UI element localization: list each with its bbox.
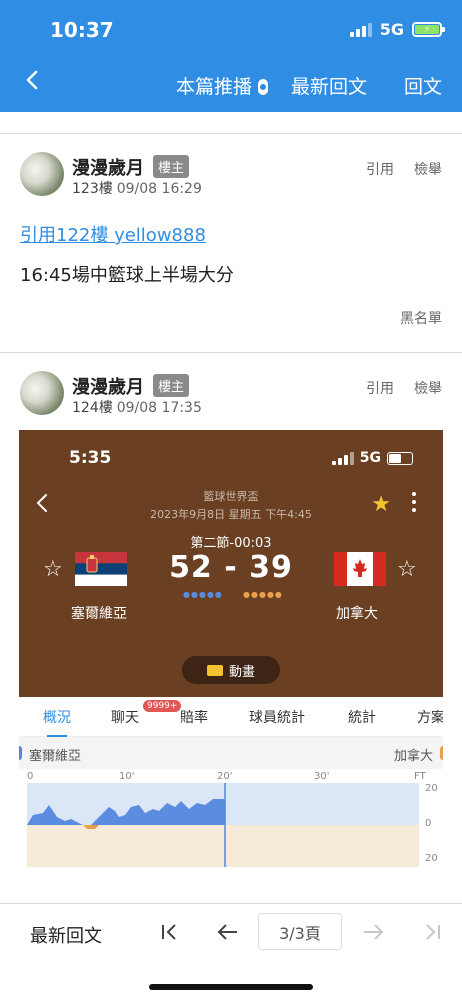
tab-player-stats: 球員統計	[249, 710, 305, 726]
home-indicator	[149, 984, 313, 990]
author-name[interactable]: 漫漫歲月	[72, 373, 144, 399]
floor-info: 124樓 09/08 17:35	[72, 397, 202, 417]
home-team-name: 塞爾維亞	[71, 606, 127, 622]
next-page-icon[interactable]	[361, 922, 385, 942]
canada-flag-icon	[334, 552, 386, 586]
momentum-plot	[27, 783, 419, 867]
post-123: 漫漫歲月 樓主 123樓 09/08 16:29 引用 檢舉 引用122樓 yel…	[0, 134, 462, 352]
status-indicators: 5G ⚡	[349, 20, 445, 39]
top-app-bar: 10:37 5G ⚡ 本篇推播 最新回文 回文	[0, 0, 462, 112]
home-color-marker	[19, 746, 22, 760]
battery-charging-icon: ⚡	[412, 22, 445, 37]
back-button[interactable]	[22, 68, 46, 96]
floor-number: 124樓	[72, 400, 113, 416]
momentum-legend: 塞爾維亞 加拿大	[19, 737, 443, 769]
embedded-network-label: 5G	[359, 450, 381, 466]
post-timestamp: 09/08 16:29	[116, 181, 202, 197]
score-separator: -	[224, 550, 238, 585]
bottom-pagination-bar: 最新回文 3/3頁	[0, 904, 462, 1000]
legend-home-team: 塞爾維亞	[29, 749, 82, 764]
away-timeouts-dots: ●●●●●	[243, 590, 283, 599]
away-score: 39	[249, 550, 293, 585]
tab-odds: 賠率	[180, 710, 208, 726]
serbia-flag-icon	[75, 552, 127, 586]
signal-icon	[349, 22, 372, 37]
post-timestamp: 09/08 17:35	[116, 400, 202, 416]
previous-page-icon[interactable]	[216, 922, 240, 942]
report-button[interactable]: 檢舉	[414, 378, 442, 398]
author-name[interactable]: 漫漫歲月	[72, 154, 144, 180]
avatar[interactable]	[20, 152, 64, 196]
avatar[interactable]	[20, 371, 64, 415]
momentum-chart: 0 10' 20' 30' FT 20 0 20	[19, 769, 443, 889]
last-page-icon[interactable]	[422, 922, 442, 942]
chat-count-badge: 9999+	[143, 700, 182, 712]
signal-icon	[331, 451, 354, 465]
tab-chat: 聊天	[111, 710, 139, 726]
first-page-icon[interactable]	[160, 922, 180, 942]
embedded-status-time: 5:35	[69, 448, 112, 468]
animation-button: 動畫	[182, 656, 280, 684]
tab-stats: 統計	[348, 710, 376, 726]
match-header: 5:35 5G 籃球世界盃 2023年9月8日 星期五 下午4:45 ★ 第二節…	[19, 430, 443, 697]
video-icon	[206, 664, 223, 676]
more-vertical-icon	[411, 492, 417, 514]
away-color-marker	[440, 746, 443, 760]
post-content: 16:45場中籃球上半場大分	[20, 265, 234, 286]
status-time: 10:37	[50, 18, 114, 42]
toggle-icon	[258, 79, 269, 95]
latest-reply-button[interactable]: 最新回文	[30, 922, 102, 948]
reply-button[interactable]: 回文	[404, 72, 442, 99]
away-zone	[27, 825, 419, 867]
match-tabs: 概況 聊天 賠率 球員統計 統計 方案	[19, 697, 443, 737]
embedded-screenshot[interactable]: 5:35 5G 籃球世界盃 2023年9月8日 星期五 下午4:45 ★ 第二節…	[19, 430, 443, 902]
network-label: 5G	[379, 20, 404, 39]
broadcast-label: 本篇推播	[176, 76, 253, 98]
star-outline-icon: ☆	[397, 557, 417, 582]
embedded-status-indicators: 5G	[331, 450, 413, 466]
op-badge: 樓主	[153, 155, 190, 178]
match-period: 第二節-00:03	[190, 536, 272, 551]
chevron-left-icon	[26, 70, 38, 90]
quote-reference-link[interactable]: 引用122樓 yellow888	[20, 221, 206, 247]
report-button[interactable]: 檢舉	[414, 159, 442, 179]
op-badge: 樓主	[153, 374, 190, 397]
floor-number: 123樓	[72, 181, 113, 197]
blacklist-button[interactable]: 黑名單	[400, 308, 442, 328]
star-filled-icon: ★	[371, 492, 391, 517]
away-team-name: 加拿大	[336, 606, 378, 622]
latest-reply-link[interactable]: 最新回文	[291, 72, 367, 99]
star-outline-icon: ☆	[43, 557, 63, 582]
home-timeouts-dots: ●●●●●	[183, 590, 223, 599]
broadcast-toggle[interactable]: 本篇推播	[176, 72, 269, 99]
home-score: 52	[169, 550, 213, 585]
legend-away-team: 加拿大	[393, 749, 433, 764]
battery-icon	[387, 451, 413, 465]
quote-button[interactable]: 引用	[366, 378, 394, 398]
animation-label: 動畫	[228, 664, 255, 680]
page-indicator[interactable]: 3/3頁	[258, 913, 342, 950]
tab-plans: 方案	[417, 710, 443, 726]
quote-button[interactable]: 引用	[366, 159, 394, 179]
floor-info: 123樓 09/08 16:29	[72, 178, 202, 198]
tab-overview: 概況	[43, 707, 71, 737]
